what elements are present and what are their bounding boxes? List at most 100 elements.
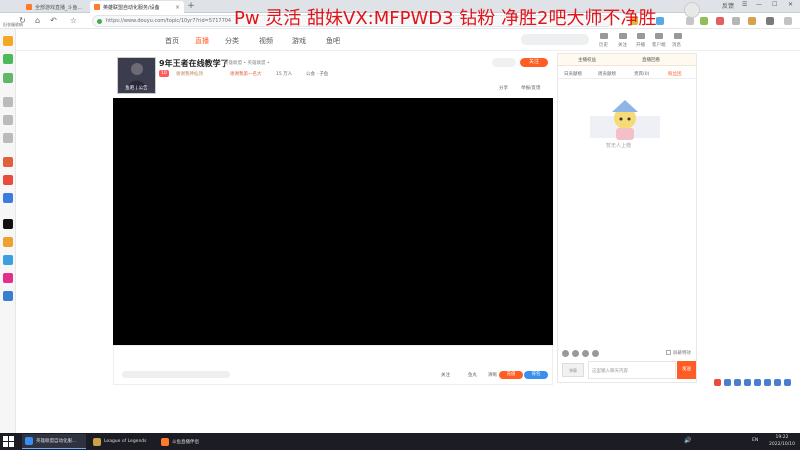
extension-icon[interactable]	[700, 17, 708, 25]
message-icon[interactable]	[674, 33, 682, 39]
tab-replay[interactable]: 直播回看	[642, 57, 660, 63]
star-icon[interactable]: ☆	[68, 15, 79, 26]
hd-label[interactable]: 清晰	[488, 372, 497, 378]
danmaku-style-button[interactable]: 弹幕	[562, 363, 584, 377]
nav-link-follow[interactable]: 关注	[618, 42, 627, 48]
client-icon[interactable]	[655, 33, 663, 39]
nav-home[interactable]: 首页	[165, 36, 179, 46]
extension-icon[interactable]	[748, 17, 756, 25]
share-link[interactable]: 分享	[499, 85, 508, 91]
tab-streamer-perks[interactable]: 主播权益	[578, 57, 596, 63]
ime-tool-icon[interactable]	[774, 379, 781, 386]
sidebar-app-icon[interactable]	[3, 97, 13, 107]
extension-icon[interactable]	[716, 17, 724, 25]
site-search-input[interactable]	[521, 34, 589, 45]
follow-button[interactable]: 关注	[520, 58, 548, 67]
nav-link-client[interactable]: 客户端	[652, 42, 666, 48]
nav-games[interactable]: 游戏	[292, 36, 306, 46]
ime-tool-icon[interactable]	[734, 379, 741, 386]
nav-link-broadcast[interactable]: 开播	[636, 42, 645, 48]
follow-small[interactable]: 关注	[441, 372, 450, 378]
maximize-icon[interactable]: ☐	[772, 1, 777, 8]
chat-input-row: 弹幕 这里输入聊天内容 发送	[560, 359, 696, 381]
extension-icon[interactable]	[766, 17, 774, 25]
taskbar-item-lol[interactable]: League of Legends	[90, 434, 156, 449]
gift-pill[interactable]	[492, 58, 516, 67]
extension-icon[interactable]	[656, 17, 664, 25]
sidebar-app-icon[interactable]	[3, 237, 13, 247]
browser-tab-2[interactable]: 英雄联盟自动化服务/设备 ×	[90, 1, 184, 13]
ime-tool-icon[interactable]	[754, 379, 761, 386]
sidebar-app-icon[interactable]	[3, 219, 13, 229]
speaker-icon[interactable]	[582, 350, 589, 357]
sidebar-app-icon[interactable]	[3, 193, 13, 203]
ime-tool-icon[interactable]	[784, 379, 791, 386]
follow-icon[interactable]	[619, 33, 627, 39]
danmaku-input-bar[interactable]	[122, 371, 230, 378]
sidebar-app-icon[interactable]	[3, 157, 13, 167]
emoji-icon[interactable]	[562, 350, 569, 357]
sidebar-app-icon[interactable]	[3, 115, 13, 125]
feedback-link[interactable]: 反馈	[722, 1, 734, 10]
clock-date: 2022/10/10	[769, 442, 795, 447]
minimize-icon[interactable]: —	[756, 1, 762, 8]
language-indicator[interactable]: EN	[752, 438, 758, 443]
close-tab-icon[interactable]: ×	[175, 4, 180, 11]
nav-category[interactable]: 分类	[225, 36, 239, 46]
extension-icon[interactable]	[686, 17, 694, 25]
chat-input[interactable]: 这里输入聊天内容	[588, 361, 676, 379]
tab-vip[interactable]: 贵宾(0)	[634, 71, 649, 77]
sidebar-app-icon[interactable]	[3, 54, 13, 64]
tab-weekly-rank[interactable]: 周贡献榜	[598, 71, 616, 77]
taskbar-item-browser[interactable]: 英雄联盟自动化服...	[22, 434, 86, 449]
sidebar-app-icon[interactable]	[3, 291, 13, 301]
report-link[interactable]: 举报/反馈	[521, 85, 541, 91]
room-category[interactable]: 英雄联盟 • 英雄联盟 •	[224, 60, 270, 66]
sidebar-app-icon[interactable]	[3, 133, 13, 143]
nav-fishbar[interactable]: 鱼吧	[326, 36, 340, 46]
rank-label[interactable]: 谢谢我第一名大	[230, 71, 262, 77]
nav-video[interactable]: 视频	[259, 36, 273, 46]
extension-icon[interactable]	[784, 17, 792, 25]
sidebar-app-icon[interactable]	[3, 73, 13, 83]
broadcast-icon[interactable]	[637, 33, 645, 39]
menu-icon[interactable]: ☰	[742, 1, 747, 8]
sidebar-app-icon[interactable]	[3, 175, 13, 185]
close-window-icon[interactable]: ✕	[788, 1, 793, 8]
history-icon[interactable]	[600, 33, 608, 39]
recharge-button[interactable]: 充值	[499, 371, 523, 379]
url-text: https://www.douyu.com/topic/10yr7?rid=57…	[106, 18, 232, 24]
taskbar-item-douyu[interactable]: 斗鱼直播伴侣	[158, 434, 218, 449]
tab-daily-rank[interactable]: 日贡献榜	[564, 71, 582, 77]
video-player[interactable]	[113, 98, 553, 345]
sogou-icon[interactable]	[714, 379, 721, 386]
ime-tool-icon[interactable]	[744, 379, 751, 386]
browser-tab-1[interactable]: 全部游戏直播_斗鱼...	[22, 1, 88, 13]
extension-icon[interactable]	[732, 17, 740, 25]
sidebar-app-icon[interactable]	[3, 273, 13, 283]
browser-tab-2-label: 英雄联盟自动化服务/设备	[103, 4, 160, 11]
ime-tool-icon[interactable]	[764, 379, 771, 386]
streamer-avatar[interactable]: 鱼吧 | 公告	[117, 57, 156, 94]
fishball-label[interactable]: 鱼丸	[468, 372, 477, 378]
send-button[interactable]: 发送	[677, 361, 696, 379]
block-effects-toggle[interactable]: 屏蔽特效	[666, 350, 691, 356]
checkbox-label: 屏蔽特效	[673, 351, 691, 356]
new-tab-button[interactable]: +	[186, 1, 196, 12]
settings-icon[interactable]	[572, 350, 579, 357]
ime-tool-icon[interactable]	[724, 379, 731, 386]
user-avatar[interactable]	[684, 2, 700, 18]
backpack-button[interactable]: 背包	[524, 371, 548, 379]
undo-icon[interactable]: ↶	[48, 15, 59, 26]
windows-start-icon[interactable]	[3, 436, 14, 447]
sidebar-app-icon[interactable]	[3, 36, 13, 46]
nav-link-message[interactable]: 消息	[672, 42, 681, 48]
tab-fan-club[interactable]: 粉丝团	[668, 71, 682, 77]
nav-live[interactable]: 直播	[195, 36, 209, 46]
taskbar-clock[interactable]: 19:22 2022/10/10	[766, 434, 798, 449]
volume-icon[interactable]: 🔊	[684, 437, 691, 444]
shield-icon[interactable]	[592, 350, 599, 357]
sidebar-app-icon[interactable]	[3, 255, 13, 265]
browser-sidebar	[0, 29, 16, 433]
nav-link-history[interactable]: 历史	[599, 42, 608, 48]
